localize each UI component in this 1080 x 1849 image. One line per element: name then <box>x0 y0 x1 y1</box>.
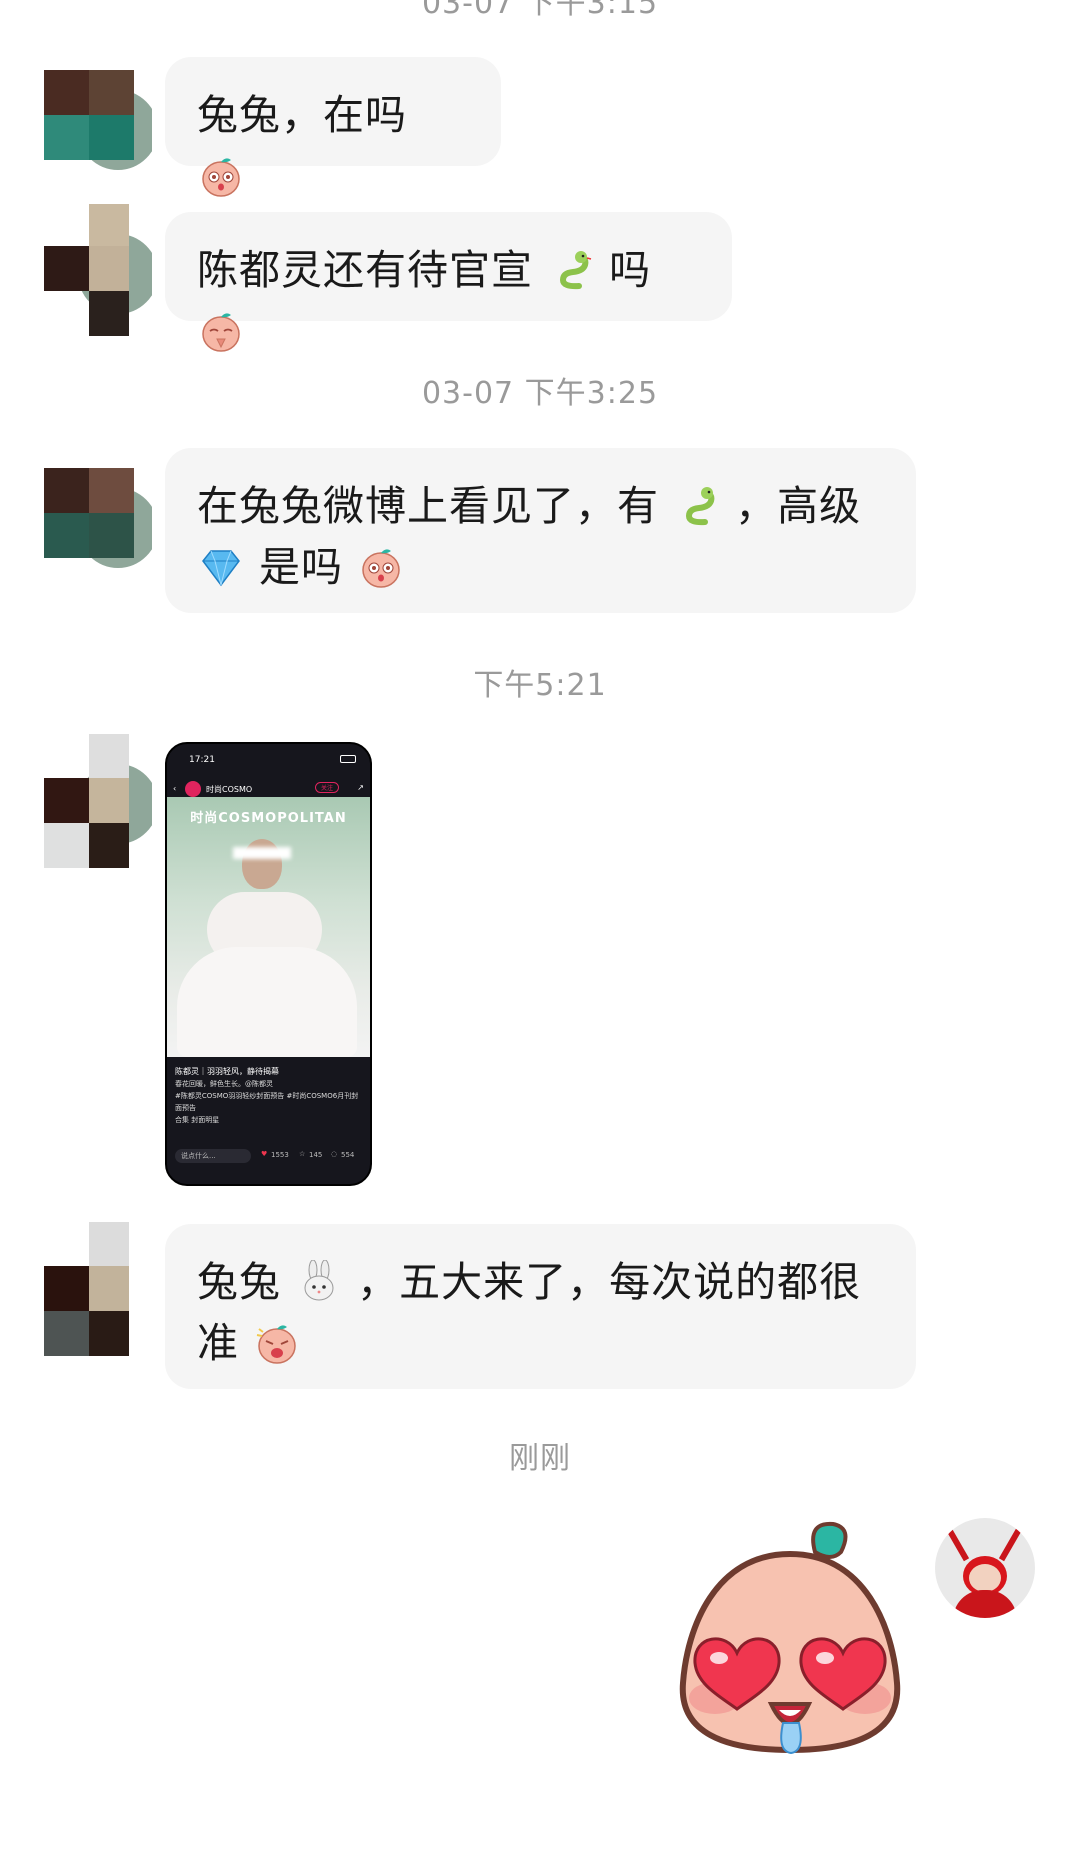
comment-count: 554 <box>341 1151 355 1159</box>
sender-avatar[interactable] <box>44 204 152 336</box>
peach-shout-icon <box>256 1325 296 1364</box>
account-logo <box>185 781 201 797</box>
message-text: 陈都灵还有待官宣 <box>197 246 533 294</box>
shared-title: 陈都灵｜羽羽轻风，静待揭幕 <box>175 1067 279 1076</box>
comment-icon: ◌ <box>331 1150 338 1158</box>
shared-status-time: 17:21 <box>189 755 215 765</box>
sender-avatar[interactable] <box>44 734 152 868</box>
message-bubble[interactable]: 兔兔 ，五大来了，每次说的都很 准 <box>165 1224 916 1389</box>
message-bubble[interactable]: 陈都灵还有待官宣 吗 <box>165 212 732 352</box>
avatar-ear <box>998 1528 1022 1562</box>
battery-icon <box>340 755 356 763</box>
back-icon: ‹ <box>173 784 177 793</box>
message-text: ，高级 <box>735 482 862 530</box>
shared-status-bar: 17:21 <box>167 744 370 774</box>
peach-pray-icon <box>202 313 240 352</box>
message-text: 兔兔 <box>197 1258 281 1306</box>
star-icon: ☆ <box>299 1150 306 1158</box>
message-text: 是吗 <box>259 543 344 591</box>
fav-count: 145 <box>309 1151 323 1159</box>
snake-icon <box>686 487 715 526</box>
avatar-face <box>969 1564 1001 1592</box>
message-text: 吗 <box>609 246 652 294</box>
timestamp: 刚刚 <box>509 1441 571 1476</box>
sender-avatar[interactable] <box>44 468 152 576</box>
timestamp-top: 03-07 下午3:15 <box>421 0 659 21</box>
censor-blur <box>233 847 291 859</box>
message-text: 在兔兔微博上看见了，有 <box>197 482 659 530</box>
message-text: 兔兔，在吗 <box>197 91 407 139</box>
shared-account-name: 时尚COSMO <box>206 785 253 794</box>
like-count: 1553 <box>271 1151 289 1159</box>
timestamp: 03-07 下午3:25 <box>421 376 659 411</box>
my-avatar[interactable] <box>935 1518 1035 1618</box>
shared-image-message[interactable]: 17:21 ‹ 时尚COSMO 关注 ↗ 时尚COSMOPOLITAN 陈都灵｜… <box>165 742 372 1186</box>
diamond-icon <box>202 550 240 587</box>
rabbit-icon <box>304 1260 334 1301</box>
shared-desc: 春花回暖，鲜色生长。@陈都灵 <box>175 1080 273 1088</box>
shared-caption: 陈都灵｜羽羽轻风，静待揭幕 春花回暖，鲜色生长。@陈都灵 #陈都灵COSMO羽羽… <box>175 1066 361 1126</box>
peach-heart-eyes-icon[interactable] <box>675 1518 905 1758</box>
snake-icon <box>560 251 592 290</box>
shared-tags: #陈都灵COSMO羽羽轻纱封面预告 #时尚COSMO6月刊封面预告 <box>175 1092 359 1112</box>
message-text: 准 <box>197 1319 239 1367</box>
share-icon: ↗ <box>357 783 364 792</box>
follow-button: 关注 <box>315 782 340 793</box>
avatar-ear <box>946 1528 970 1562</box>
feather-skirt <box>177 947 357 1057</box>
sender-avatar[interactable] <box>44 70 152 178</box>
message-bubble[interactable]: 兔兔，在吗 <box>165 57 501 197</box>
shared-meta: 合集 封面明星 <box>175 1116 220 1124</box>
magazine-title: 时尚COSMOPOLITAN <box>190 811 347 826</box>
message-text: ，五大来了，每次说的都很 <box>357 1258 862 1306</box>
peach-surprised-icon <box>362 549 400 588</box>
comment-box: 说点什么... <box>175 1149 251 1163</box>
shared-photo: 时尚COSMOPOLITAN <box>167 797 370 1057</box>
timestamp: 下午5:21 <box>473 668 607 703</box>
avatar-body <box>953 1590 1017 1618</box>
peach-surprised-icon <box>202 158 240 197</box>
shared-action-bar: 说点什么... ♥ 1553 ☆ 145 ◌ 554 <box>175 1149 361 1167</box>
heart-icon: ♥ <box>261 1150 268 1158</box>
sender-avatar[interactable] <box>44 1222 152 1358</box>
message-bubble[interactable]: 在兔兔微博上看见了，有 ，高级 是吗 <box>165 448 916 613</box>
